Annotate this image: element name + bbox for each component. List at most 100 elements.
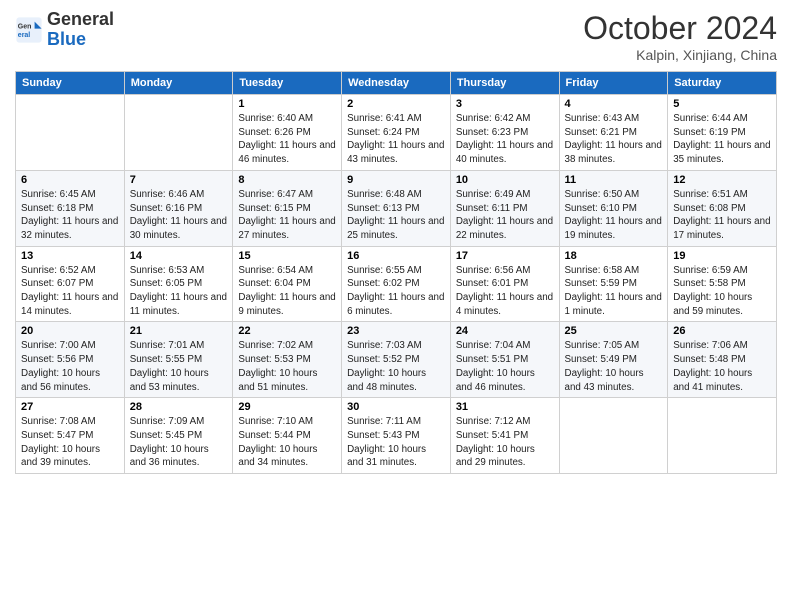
day-info: Sunrise: 7:06 AMSunset: 5:48 PMDaylight:… <box>673 340 752 392</box>
day-number: 20 <box>21 325 119 337</box>
day-number: 21 <box>130 325 228 337</box>
day-info: Sunrise: 7:04 AMSunset: 5:51 PMDaylight:… <box>456 340 535 392</box>
day-number: 2 <box>347 98 445 110</box>
day-info: Sunrise: 6:44 AMSunset: 6:19 PMDaylight:… <box>673 113 770 165</box>
day-number: 10 <box>456 174 554 186</box>
day-info: Sunrise: 6:51 AMSunset: 6:08 PMDaylight:… <box>673 189 770 241</box>
day-info: Sunrise: 6:48 AMSunset: 6:13 PMDaylight:… <box>347 189 444 241</box>
table-row: 15 Sunrise: 6:54 AMSunset: 6:04 PMDaylig… <box>233 246 342 322</box>
table-row: 24 Sunrise: 7:04 AMSunset: 5:51 PMDaylig… <box>450 322 559 398</box>
calendar-week-row: 27 Sunrise: 7:08 AMSunset: 5:47 PMDaylig… <box>16 398 777 474</box>
table-row: 22 Sunrise: 7:02 AMSunset: 5:53 PMDaylig… <box>233 322 342 398</box>
day-number: 28 <box>130 401 228 413</box>
day-info: Sunrise: 6:45 AMSunset: 6:18 PMDaylight:… <box>21 189 118 241</box>
col-monday: Monday <box>124 72 233 95</box>
table-row: 5 Sunrise: 6:44 AMSunset: 6:19 PMDayligh… <box>668 95 777 171</box>
col-friday: Friday <box>559 72 668 95</box>
table-row: 31 Sunrise: 7:12 AMSunset: 5:41 PMDaylig… <box>450 398 559 474</box>
day-number: 27 <box>21 401 119 413</box>
day-number: 14 <box>130 250 228 262</box>
day-info: Sunrise: 6:52 AMSunset: 6:07 PMDaylight:… <box>21 265 118 317</box>
table-row: 25 Sunrise: 7:05 AMSunset: 5:49 PMDaylig… <box>559 322 668 398</box>
day-info: Sunrise: 6:47 AMSunset: 6:15 PMDaylight:… <box>238 189 335 241</box>
day-info: Sunrise: 6:41 AMSunset: 6:24 PMDaylight:… <box>347 113 444 165</box>
day-info: Sunrise: 7:10 AMSunset: 5:44 PMDaylight:… <box>238 416 317 468</box>
day-info: Sunrise: 6:54 AMSunset: 6:04 PMDaylight:… <box>238 265 335 317</box>
col-wednesday: Wednesday <box>342 72 451 95</box>
day-info: Sunrise: 7:12 AMSunset: 5:41 PMDaylight:… <box>456 416 535 468</box>
day-number: 30 <box>347 401 445 413</box>
day-info: Sunrise: 6:42 AMSunset: 6:23 PMDaylight:… <box>456 113 553 165</box>
table-row: 29 Sunrise: 7:10 AMSunset: 5:44 PMDaylig… <box>233 398 342 474</box>
table-row: 6 Sunrise: 6:45 AMSunset: 6:18 PMDayligh… <box>16 170 125 246</box>
day-info: Sunrise: 6:59 AMSunset: 5:58 PMDaylight:… <box>673 265 752 317</box>
col-thursday: Thursday <box>450 72 559 95</box>
day-info: Sunrise: 7:02 AMSunset: 5:53 PMDaylight:… <box>238 340 317 392</box>
day-number: 16 <box>347 250 445 262</box>
col-tuesday: Tuesday <box>233 72 342 95</box>
day-info: Sunrise: 7:09 AMSunset: 5:45 PMDaylight:… <box>130 416 209 468</box>
calendar-location: Kalpin, Xinjiang, China <box>583 47 777 63</box>
table-row: 21 Sunrise: 7:01 AMSunset: 5:55 PMDaylig… <box>124 322 233 398</box>
table-row: 12 Sunrise: 6:51 AMSunset: 6:08 PMDaylig… <box>668 170 777 246</box>
table-row: 1 Sunrise: 6:40 AMSunset: 6:26 PMDayligh… <box>233 95 342 171</box>
col-saturday: Saturday <box>668 72 777 95</box>
table-row: 11 Sunrise: 6:50 AMSunset: 6:10 PMDaylig… <box>559 170 668 246</box>
day-info: Sunrise: 6:50 AMSunset: 6:10 PMDaylight:… <box>565 189 662 241</box>
table-row: 18 Sunrise: 6:58 AMSunset: 5:59 PMDaylig… <box>559 246 668 322</box>
day-number: 18 <box>565 250 663 262</box>
table-row <box>559 398 668 474</box>
day-info: Sunrise: 6:49 AMSunset: 6:11 PMDaylight:… <box>456 189 553 241</box>
table-row: 20 Sunrise: 7:00 AMSunset: 5:56 PMDaylig… <box>16 322 125 398</box>
day-number: 25 <box>565 325 663 337</box>
logo-blue: Blue <box>47 29 86 49</box>
day-info: Sunrise: 7:01 AMSunset: 5:55 PMDaylight:… <box>130 340 209 392</box>
table-row: 3 Sunrise: 6:42 AMSunset: 6:23 PMDayligh… <box>450 95 559 171</box>
table-row: 7 Sunrise: 6:46 AMSunset: 6:16 PMDayligh… <box>124 170 233 246</box>
table-row: 8 Sunrise: 6:47 AMSunset: 6:15 PMDayligh… <box>233 170 342 246</box>
day-number: 5 <box>673 98 771 110</box>
table-row: 17 Sunrise: 6:56 AMSunset: 6:01 PMDaylig… <box>450 246 559 322</box>
table-row: 23 Sunrise: 7:03 AMSunset: 5:52 PMDaylig… <box>342 322 451 398</box>
table-row <box>124 95 233 171</box>
day-number: 7 <box>130 174 228 186</box>
day-number: 8 <box>238 174 336 186</box>
day-info: Sunrise: 6:43 AMSunset: 6:21 PMDaylight:… <box>565 113 662 165</box>
day-number: 29 <box>238 401 336 413</box>
day-info: Sunrise: 6:46 AMSunset: 6:16 PMDaylight:… <box>130 189 227 241</box>
day-info: Sunrise: 6:40 AMSunset: 6:26 PMDaylight:… <box>238 113 335 165</box>
table-row: 9 Sunrise: 6:48 AMSunset: 6:13 PMDayligh… <box>342 170 451 246</box>
day-info: Sunrise: 6:56 AMSunset: 6:01 PMDaylight:… <box>456 265 553 317</box>
day-number: 24 <box>456 325 554 337</box>
col-sunday: Sunday <box>16 72 125 95</box>
calendar-title: October 2024 <box>583 10 777 47</box>
calendar-week-row: 6 Sunrise: 6:45 AMSunset: 6:18 PMDayligh… <box>16 170 777 246</box>
day-info: Sunrise: 7:00 AMSunset: 5:56 PMDaylight:… <box>21 340 100 392</box>
table-row: 2 Sunrise: 6:41 AMSunset: 6:24 PMDayligh… <box>342 95 451 171</box>
generalblue-logo-icon: Gen eral <box>15 16 43 44</box>
day-number: 11 <box>565 174 663 186</box>
page: Gen eral General Blue October 2024 Kalpi… <box>0 0 792 612</box>
day-number: 17 <box>456 250 554 262</box>
day-number: 4 <box>565 98 663 110</box>
day-number: 26 <box>673 325 771 337</box>
day-number: 15 <box>238 250 336 262</box>
svg-text:Gen: Gen <box>18 23 32 30</box>
day-number: 1 <box>238 98 336 110</box>
day-number: 12 <box>673 174 771 186</box>
day-number: 3 <box>456 98 554 110</box>
table-row: 27 Sunrise: 7:08 AMSunset: 5:47 PMDaylig… <box>16 398 125 474</box>
table-row: 28 Sunrise: 7:09 AMSunset: 5:45 PMDaylig… <box>124 398 233 474</box>
logo: Gen eral General Blue <box>15 10 114 50</box>
day-number: 19 <box>673 250 771 262</box>
logo-general: General <box>47 9 114 29</box>
table-row: 10 Sunrise: 6:49 AMSunset: 6:11 PMDaylig… <box>450 170 559 246</box>
calendar-header-row: Sunday Monday Tuesday Wednesday Thursday… <box>16 72 777 95</box>
header: Gen eral General Blue October 2024 Kalpi… <box>15 10 777 63</box>
day-number: 23 <box>347 325 445 337</box>
svg-text:eral: eral <box>18 32 31 39</box>
day-info: Sunrise: 6:55 AMSunset: 6:02 PMDaylight:… <box>347 265 444 317</box>
day-number: 31 <box>456 401 554 413</box>
logo-text-block: General Blue <box>47 10 114 50</box>
day-number: 6 <box>21 174 119 186</box>
